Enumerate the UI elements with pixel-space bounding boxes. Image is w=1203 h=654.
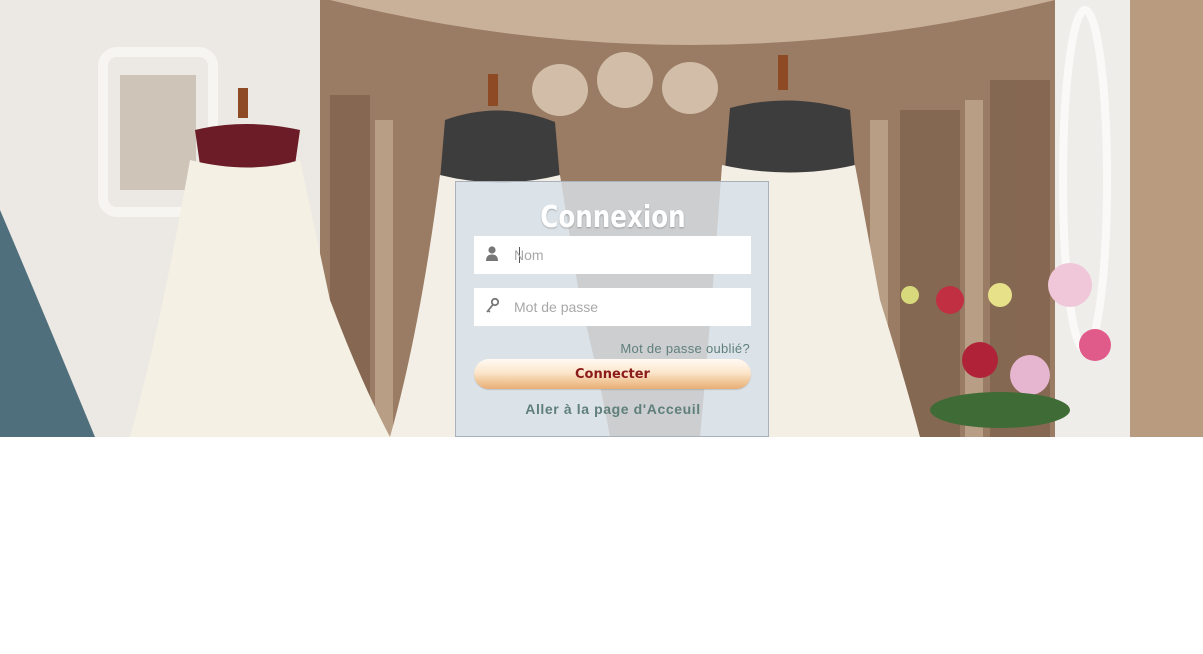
user-icon bbox=[484, 245, 500, 263]
key-icon bbox=[484, 297, 500, 315]
login-panel: Connexion Mot de passe oublié? Connecter… bbox=[455, 181, 769, 437]
password-field[interactable] bbox=[474, 288, 751, 326]
username-input[interactable] bbox=[514, 236, 744, 274]
login-title: Connexion bbox=[540, 200, 686, 235]
login-button[interactable]: Connecter bbox=[474, 359, 751, 389]
password-input[interactable] bbox=[514, 288, 744, 326]
username-field[interactable] bbox=[474, 236, 751, 274]
forgot-password-link[interactable]: Mot de passe oublié? bbox=[620, 341, 750, 356]
home-page-link[interactable]: Aller à la page d'Acceuil bbox=[456, 401, 770, 417]
